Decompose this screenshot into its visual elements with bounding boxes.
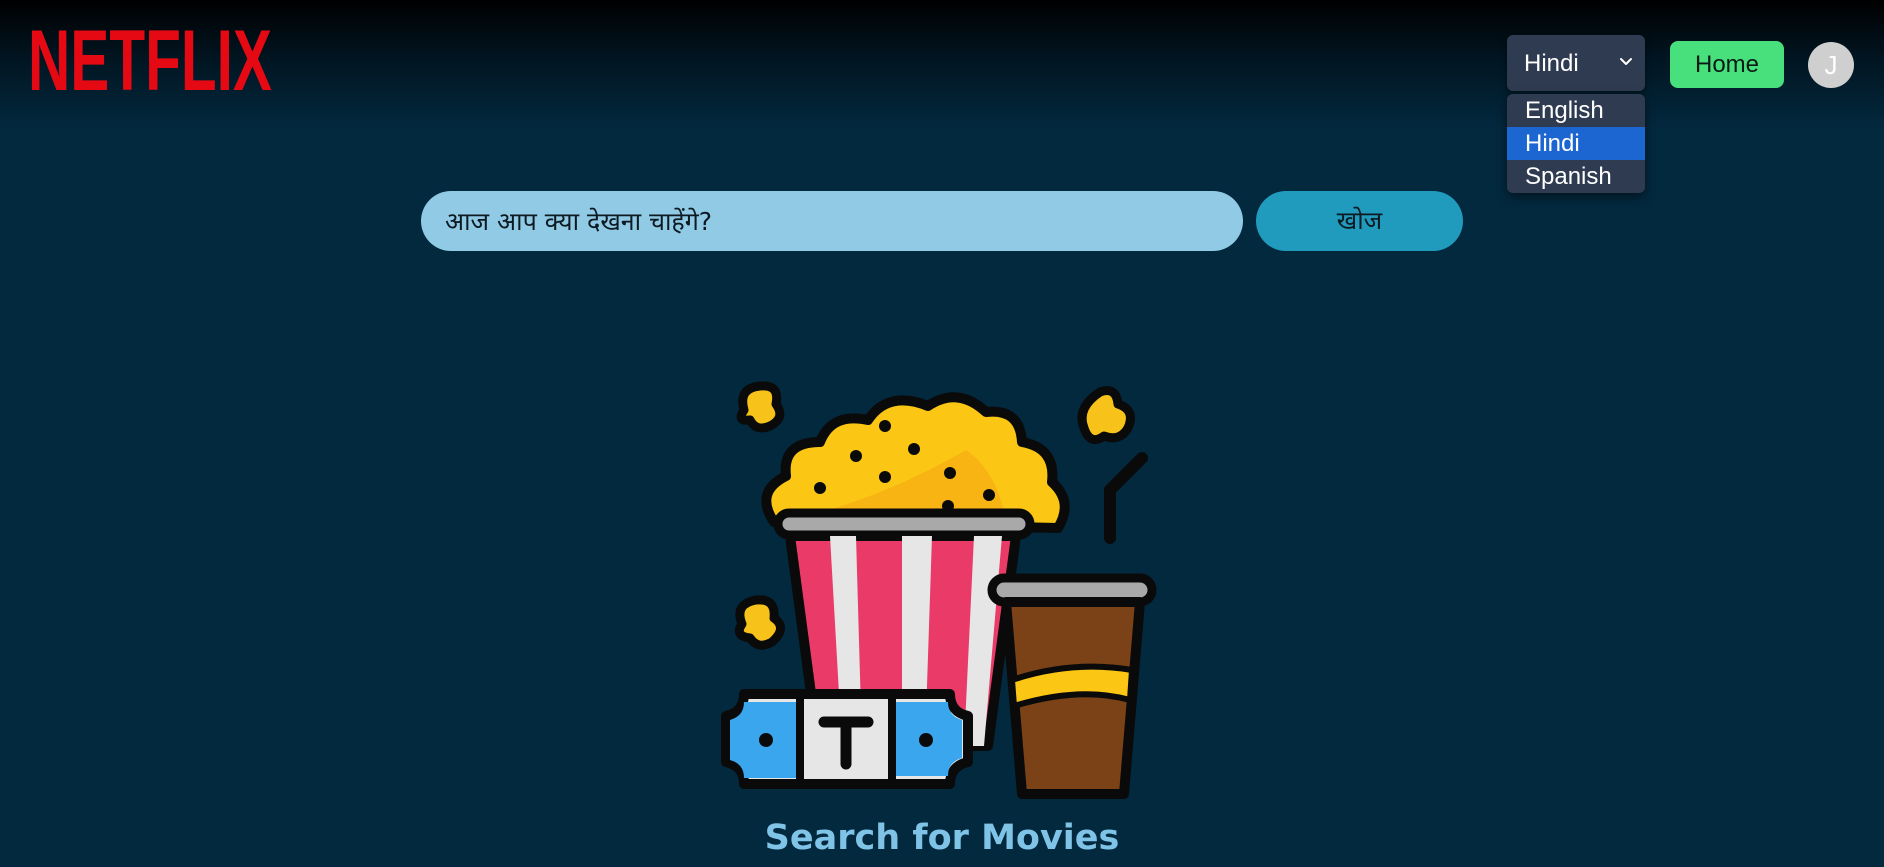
language-select[interactable]: Hindi <box>1507 35 1645 91</box>
language-dropdown-menu: English Hindi Spanish <box>1507 94 1645 193</box>
logo-text: NETFLIX <box>28 24 272 96</box>
avatar[interactable]: J <box>1808 42 1854 88</box>
chevron-down-icon <box>1620 58 1632 65</box>
netflix-logo[interactable]: NETFLIX <box>28 24 274 96</box>
search-button[interactable]: खोज <box>1256 191 1463 251</box>
popcorn-illustration <box>720 370 1170 810</box>
search-input[interactable] <box>421 191 1243 251</box>
language-select-value: Hindi <box>1524 50 1579 77</box>
home-button[interactable]: Home <box>1670 41 1784 88</box>
empty-state-title: Search for Movies <box>764 818 1120 858</box>
language-option-spanish[interactable]: Spanish <box>1507 160 1645 193</box>
language-option-english[interactable]: English <box>1507 94 1645 127</box>
language-option-hindi[interactable]: Hindi <box>1507 127 1645 160</box>
straw-icon <box>1104 452 1148 544</box>
